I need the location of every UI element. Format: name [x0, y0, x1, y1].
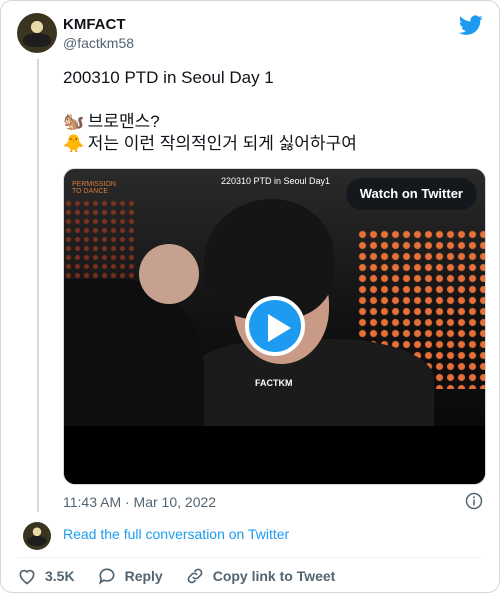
- copy-link-label: Copy link to Tweet: [212, 568, 336, 584]
- chipmunk-emoji: 🐿️: [63, 112, 85, 131]
- video-thumbnail[interactable]: PERMISSION TO DANCE 220310 PTD in Seoul …: [64, 169, 485, 426]
- play-icon: [268, 314, 291, 342]
- reply-bubble-icon: [98, 568, 115, 585]
- author-avatar[interactable]: [17, 13, 57, 53]
- like-button[interactable]: 3.5K: [17, 566, 75, 586]
- twitter-bird-icon[interactable]: [459, 13, 483, 37]
- author-handle[interactable]: @factkm58: [63, 35, 134, 51]
- second-performer-arm: [64, 279, 204, 426]
- thread-line: [37, 59, 39, 512]
- divider: [17, 557, 483, 558]
- video-letterbox: [64, 426, 485, 484]
- copy-link-button[interactable]: Copy link to Tweet: [185, 566, 336, 586]
- reply-label: Reply: [124, 568, 163, 584]
- chick-emoji: 🐥: [63, 134, 85, 153]
- heart-icon: [19, 569, 35, 585]
- author-name[interactable]: KMFACT: [63, 16, 126, 33]
- tweet-text: 200310 PTD in Seoul Day 1 🐿️ 브로맨스? 🐥 저는 …: [63, 67, 483, 155]
- like-count: 3.5K: [45, 568, 75, 584]
- tweet-timestamp[interactable]: 11:43 AM · Mar 10, 2022: [63, 494, 216, 510]
- tweet-line-3: 저는 이런 작의적인거 되게 싫어하구여: [87, 134, 357, 153]
- reply-avatar[interactable]: [23, 522, 51, 550]
- video-player[interactable]: PERMISSION TO DANCE 220310 PTD in Seoul …: [63, 168, 486, 485]
- info-icon[interactable]: [465, 492, 483, 510]
- watch-on-twitter-button[interactable]: Watch on Twitter: [345, 178, 477, 210]
- video-watermark: FACTKM: [255, 378, 293, 388]
- link-icon: [187, 568, 203, 584]
- second-performer-hand: [139, 244, 199, 304]
- play-button[interactable]: [245, 296, 305, 356]
- tweet-line-2: 브로맨스?: [87, 112, 160, 131]
- tweet-embed-card: KMFACT @factkm58 200310 PTD in Seoul Day…: [0, 0, 500, 593]
- tweet-line-1: 200310 PTD in Seoul Day 1: [63, 68, 274, 87]
- action-bar: 3.5K Reply Copy link to Tweet: [17, 565, 357, 587]
- read-conversation-link[interactable]: Read the full conversation on Twitter: [63, 526, 289, 542]
- reply-button[interactable]: Reply: [97, 566, 163, 586]
